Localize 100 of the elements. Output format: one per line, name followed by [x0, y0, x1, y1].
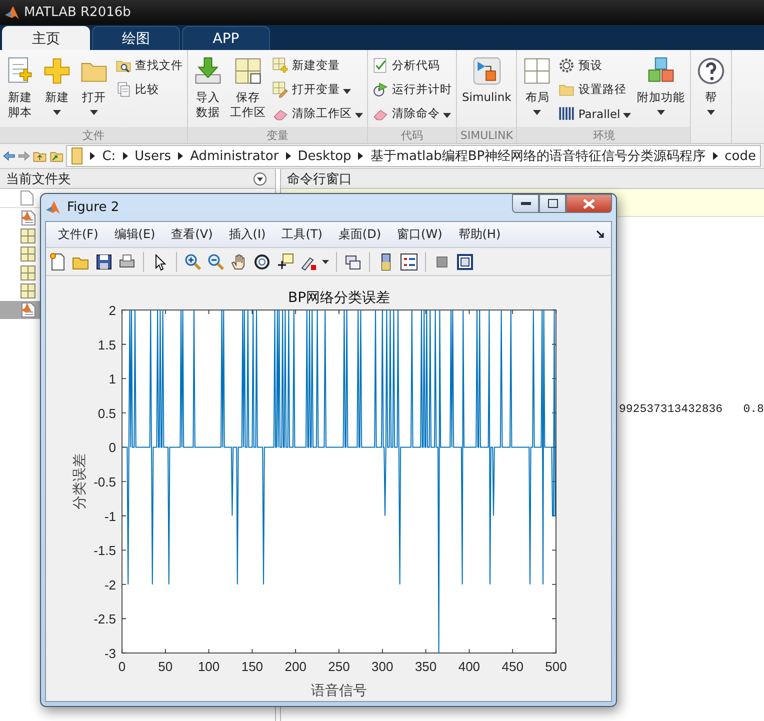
ribbon-button[interactable]: 新建: [39, 54, 75, 117]
path-segment[interactable]: C:: [102, 148, 116, 164]
save-workspace-icon: [233, 56, 263, 86]
new-figure-icon[interactable]: [49, 252, 67, 270]
ribbon-button[interactable]: 比较: [113, 78, 185, 101]
data-file-icon: [20, 264, 36, 281]
chart-title: BP网络分类误差: [288, 290, 390, 306]
path-segment[interactable]: code: [724, 148, 756, 164]
ribbon-tab[interactable]: 绘图: [92, 26, 180, 50]
document-icon: [20, 190, 34, 206]
zoom-out-icon[interactable]: [207, 252, 225, 270]
plus-icon: [42, 56, 72, 86]
new-variable-icon: [272, 57, 289, 74]
minimize-button[interactable]: [512, 194, 539, 213]
menu-item[interactable]: 查看(V): [165, 224, 219, 245]
window-icon[interactable]: [456, 252, 474, 270]
close-button[interactable]: [566, 194, 612, 213]
window-title: Figure 2: [67, 200, 120, 215]
ribbon-button[interactable]: 分析代码: [370, 54, 454, 77]
caret-icon: [343, 88, 351, 94]
chevron-icon: [122, 152, 128, 160]
ribbon-button[interactable]: Parallel: [556, 102, 634, 125]
ribbon-button[interactable]: 导入 数据: [190, 54, 226, 122]
chevron-icon: [358, 152, 364, 160]
axis-label: 分类误差: [72, 454, 88, 510]
caret-icon: [707, 110, 716, 115]
printer-icon[interactable]: [118, 252, 136, 270]
path-segment[interactable]: 基于matlab编程BP神经网络的语音特征信号分类源码程序: [370, 147, 706, 165]
caret-icon: [657, 110, 666, 115]
tick-label: 250: [328, 659, 350, 674]
caret-icon: [355, 112, 363, 118]
tick-label: 0: [118, 659, 126, 674]
menu-item[interactable]: 文件(F): [52, 224, 104, 245]
folder-icon: [71, 147, 84, 165]
dock-arrow-icon[interactable]: [596, 230, 605, 239]
path-segment[interactable]: Administrator: [190, 148, 279, 164]
tick-label: 500: [545, 659, 567, 674]
stopwatch-icon: [372, 81, 389, 98]
parallel-bars-icon: [558, 105, 576, 122]
maximize-button[interactable]: [539, 194, 566, 213]
ribbon-button[interactable]: 设置路径: [556, 78, 634, 101]
ribbon-button[interactable]: 新建 脚本: [2, 54, 38, 122]
ribbon-button[interactable]: 布局: [519, 54, 556, 117]
tick-label: -1.5: [94, 543, 116, 558]
ribbon-button[interactable]: 打开: [76, 54, 112, 117]
dropdown-circle-icon[interactable]: [253, 172, 267, 186]
tick-label: -3: [104, 646, 116, 661]
rotate-icon[interactable]: [253, 252, 271, 270]
menu-item[interactable]: 桌面(D): [332, 224, 388, 245]
script-file-icon: [20, 208, 36, 226]
tick-label: 100: [198, 659, 220, 674]
data-file-icon: [20, 283, 36, 300]
open-variable-icon: [272, 81, 289, 98]
menu-item[interactable]: 窗口(W): [391, 224, 448, 245]
tick-label: 0.5: [98, 406, 116, 421]
tick-label: 400: [458, 659, 480, 674]
ribbon-button[interactable]: 清除命令: [370, 102, 454, 125]
ribbon-tab[interactable]: 主页: [2, 26, 90, 50]
ribbon-button[interactable]: 打开变量: [270, 78, 365, 101]
menu-item[interactable]: 编辑(E): [108, 224, 162, 245]
ribbon-button[interactable]: Simulink: [459, 54, 514, 107]
tick-label: -0.5: [94, 474, 116, 490]
ribbon-button[interactable]: 清除工作区: [270, 102, 365, 125]
data-file-icon: [20, 228, 36, 244]
data-cursor-icon[interactable]: [276, 252, 294, 270]
group-label: SIMULINK: [457, 127, 516, 143]
menu-item[interactable]: 插入(I): [222, 224, 272, 245]
ribbon-button[interactable]: 附加功能: [634, 54, 688, 117]
ribbon-button[interactable]: 运行并计时: [370, 78, 454, 101]
file-row[interactable]: [0, 300, 40, 319]
tick-label: 450: [502, 659, 524, 674]
legend-icon[interactable]: [400, 252, 418, 270]
ribbon-button[interactable]: 保存 工作区: [227, 54, 269, 122]
tick-label: 2: [108, 303, 116, 318]
menu-item[interactable]: 帮助(H): [452, 224, 507, 245]
link-icon[interactable]: [344, 252, 362, 270]
tick-label: 200: [284, 659, 306, 674]
caret-icon: [533, 110, 542, 115]
ribbon-button[interactable]: 帮: [693, 54, 730, 117]
layout-icon: [522, 56, 552, 86]
ribbon-button[interactable]: 新建变量: [270, 54, 365, 77]
caret-icon: [623, 112, 632, 118]
group-label: 环境: [517, 127, 690, 143]
ribbon-tab[interactable]: APP: [182, 26, 270, 50]
caret-icon: [443, 112, 451, 118]
group-label: 代码: [368, 127, 456, 143]
tick-label: -2.5: [94, 612, 116, 627]
save-icon[interactable]: [95, 252, 113, 270]
path-field[interactable]: C: Users Administrator Desktop 基于matlab编程BP神经网络的语音特征信号分类源码程序 code: [66, 145, 761, 167]
checklist-icon: [372, 57, 389, 74]
ribbon-button[interactable]: 查找文件: [113, 54, 185, 77]
chevron-icon: [712, 152, 718, 160]
path-segment[interactable]: Users: [134, 148, 172, 164]
ribbon-button[interactable]: 预设: [556, 54, 634, 77]
zoom-in-icon[interactable]: [184, 252, 202, 270]
tick-label: 150: [241, 659, 264, 674]
path-segment[interactable]: Desktop: [298, 148, 352, 164]
chevron-icon: [286, 152, 291, 160]
menu-item[interactable]: 工具(T): [276, 224, 328, 245]
maximize-icon: [548, 199, 558, 208]
